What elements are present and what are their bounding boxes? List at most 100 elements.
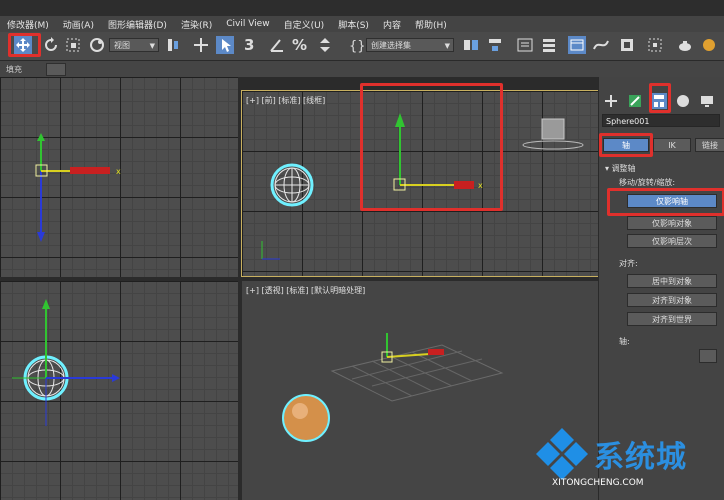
object-name-field[interactable]: Sphere001 <box>602 114 720 127</box>
angle-snap-icon <box>270 39 283 52</box>
affect-object-only-button[interactable]: 仅影响对象 <box>627 216 717 230</box>
reference-coordinate-value: 视图 <box>114 41 130 50</box>
plus-icon <box>605 95 617 107</box>
material-editor-button[interactable] <box>646 36 664 54</box>
hierarchy-tab[interactable] <box>651 93 667 109</box>
select-scale-button[interactable] <box>64 36 82 54</box>
link-info-tab-button[interactable]: 链接 <box>695 138 724 152</box>
menu-item-graph-editors[interactable]: 图形编辑器(D) <box>101 18 174 31</box>
manipulate-icon <box>194 38 208 52</box>
modify-tab[interactable] <box>627 93 643 109</box>
viewcube <box>541 118 565 140</box>
spinner-snap-button[interactable] <box>316 36 334 54</box>
snap-3d-label: 3 <box>244 36 255 54</box>
viewport-front[interactable]: [+] [前] [标准] [线框] x <box>241 90 599 277</box>
motion-icon <box>677 95 689 107</box>
title-bar <box>0 0 724 16</box>
percent-icon: % <box>292 36 308 54</box>
pivot-tab-button[interactable]: 轴 <box>603 138 649 152</box>
main-toolbar: 视图 ▼ 3 % {} 创建选择集 ▼ <box>0 32 724 61</box>
edit-named-selection-button[interactable]: {} <box>346 36 366 54</box>
render-frame-button[interactable] <box>700 36 718 54</box>
reset-pivot-button[interactable] <box>699 349 717 363</box>
motion-tab[interactable] <box>675 93 691 109</box>
svg-text:x: x <box>116 167 121 176</box>
mirror-button[interactable] <box>462 36 480 54</box>
modify-icon <box>629 95 641 107</box>
affect-hierarchy-only-button[interactable]: 仅影响层次 <box>627 234 717 248</box>
toggle-scene-explorer-button[interactable] <box>516 36 534 54</box>
list-icon <box>517 38 533 52</box>
pivot-center-button[interactable] <box>164 36 182 54</box>
menu-item-help[interactable]: 帮助(H) <box>408 18 454 31</box>
menu-bar: 修改器(M) 动画(A) 图形编辑器(D) 渲染(R) Civil View 自… <box>0 16 724 32</box>
snaps-toggle-button[interactable]: 3 <box>244 36 262 54</box>
menu-item-animation[interactable]: 动画(A) <box>56 18 101 31</box>
adjust-pivot-rollout[interactable]: ▾ 调整轴 <box>605 163 636 174</box>
sphere-shaded <box>282 394 330 442</box>
select-move-button[interactable] <box>14 36 32 54</box>
align-to-world-button[interactable]: 对齐到世界 <box>627 312 717 326</box>
viewport-area: x [+] [前] [标准] [线框] x [+] [透视] [标准] [默认明… <box>0 77 599 500</box>
align-button[interactable] <box>486 36 504 54</box>
top-view-gizmo: x <box>35 133 121 242</box>
select-manipulate-button[interactable] <box>192 36 210 54</box>
select-place-button[interactable] <box>88 36 106 54</box>
perspective-grid <box>330 344 504 402</box>
left-view-content <box>12 299 120 426</box>
display-icon <box>701 96 713 107</box>
align-to-object-button[interactable]: 对齐到对象 <box>627 293 717 307</box>
material-editor-icon <box>648 38 662 52</box>
reference-coordinate-dropdown[interactable]: 视图 ▼ <box>109 38 159 52</box>
pivot-center-icon <box>168 39 178 51</box>
menu-item-modifiers[interactable]: 修改器(M) <box>0 18 56 31</box>
teapot-icon <box>679 41 691 51</box>
chevron-down-icon: ▼ <box>444 42 450 50</box>
keyboard-shortcut-toggle[interactable] <box>216 36 234 54</box>
ik-tab-button[interactable]: IK <box>653 138 691 152</box>
center-to-object-button[interactable]: 居中到对象 <box>627 274 717 288</box>
place-icon <box>90 38 104 52</box>
create-tab[interactable] <box>603 93 619 109</box>
render-setup-button[interactable] <box>676 36 694 54</box>
display-tab[interactable] <box>699 93 715 109</box>
align-label: 对齐: <box>619 259 638 268</box>
schematic-icon <box>621 39 633 51</box>
ribbon-label: 填充 <box>6 65 22 74</box>
viewport-top[interactable]: x <box>0 77 238 277</box>
move-rotate-scale-label: 移动/旋转/缩放: <box>619 178 676 187</box>
ribbon-bar: 填充 <box>0 61 724 77</box>
select-rotate-button[interactable] <box>42 36 60 54</box>
angle-snap-button[interactable] <box>268 36 286 54</box>
menu-item-customize[interactable]: 自定义(U) <box>277 18 332 31</box>
named-selection-dropdown[interactable]: 创建选择集 ▼ <box>366 38 454 52</box>
scale-icon <box>66 38 80 52</box>
affect-pivot-only-button[interactable]: 仅影响轴 <box>627 194 717 208</box>
curve-editor-button[interactable] <box>592 36 610 54</box>
ribbon-icon <box>570 39 584 51</box>
move-arrows-icon <box>16 38 30 52</box>
layers-icon <box>543 39 555 52</box>
ribbon-options-button[interactable] <box>46 63 66 76</box>
ribbon-toggle-button[interactable] <box>568 36 586 54</box>
viewport-left[interactable] <box>0 281 238 500</box>
curve-editor-icon <box>593 40 609 50</box>
menu-item-rendering[interactable]: 渲染(R) <box>174 18 219 31</box>
rotate-icon <box>45 37 57 51</box>
hierarchy-icon <box>654 95 664 107</box>
chevron-down-icon: ▼ <box>149 42 155 50</box>
layer-explorer-button[interactable] <box>540 36 558 54</box>
pivot-section-label: 轴: <box>619 337 630 346</box>
front-view-content: x <box>261 113 584 260</box>
cursor-icon <box>222 39 231 52</box>
percent-snap-button[interactable]: % <box>292 36 310 54</box>
schematic-view-button[interactable] <box>618 36 636 54</box>
menu-item-scripting[interactable]: 脚本(S) <box>331 18 376 31</box>
watermark-url: XITONGCHENG.COM <box>552 478 644 488</box>
svg-text:{}: {} <box>349 39 364 54</box>
menu-item-civil-view[interactable]: Civil View <box>219 19 276 29</box>
svg-text:x: x <box>478 181 483 190</box>
menu-item-content[interactable]: 内容 <box>376 18 408 31</box>
render-icon <box>703 39 715 51</box>
mirror-icon <box>464 40 478 50</box>
